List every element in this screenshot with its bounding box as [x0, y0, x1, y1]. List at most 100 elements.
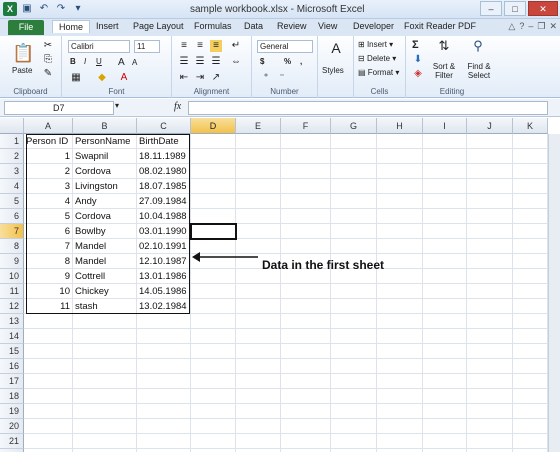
maximize-button[interactable]: □: [504, 1, 526, 16]
paste-button[interactable]: Paste: [12, 66, 32, 75]
format-cells-button[interactable]: ▤ Format ▾: [358, 68, 399, 77]
styles-button[interactable]: Styles: [322, 66, 344, 75]
delete-cells-button[interactable]: ⊟ Delete ▾: [358, 54, 396, 63]
minimize-button[interactable]: –: [480, 1, 502, 16]
sort-filter-button[interactable]: Sort & Filter: [430, 62, 458, 80]
select-all-corner[interactable]: [0, 118, 24, 134]
paste-icon[interactable]: 📋: [12, 42, 34, 64]
tab-file[interactable]: File: [8, 20, 44, 35]
sort-filter-icon[interactable]: ⇅: [436, 39, 452, 56]
format-painter-icon[interactable]: ✎: [42, 68, 54, 80]
cut-icon[interactable]: ✂: [42, 40, 54, 52]
row-header-5[interactable]: 5: [0, 194, 24, 209]
align-right-icon[interactable]: ☰: [210, 56, 222, 68]
comma-button[interactable]: ,: [300, 57, 302, 66]
row-header-2[interactable]: 2: [0, 149, 24, 164]
column-header-h[interactable]: H: [377, 118, 423, 134]
row-header-16[interactable]: 16: [0, 359, 24, 374]
excel-logo-icon[interactable]: X: [3, 2, 17, 16]
row-header-11[interactable]: 11: [0, 284, 24, 299]
column-header-j[interactable]: J: [467, 118, 513, 134]
minimize-ribbon-icon[interactable]: △: [508, 21, 515, 32]
row-header-15[interactable]: 15: [0, 344, 24, 359]
tab-home[interactable]: Home: [52, 20, 91, 33]
autosum-button[interactable]: Σ: [412, 39, 419, 51]
row-header-8[interactable]: 8: [0, 239, 24, 254]
worksheet-grid[interactable]: A B C D E F G H I J K 1 2 3 4 5 6 7 8 9 10 11 12 13 14 15 16 17 18 19…: [0, 118, 560, 452]
column-header-g[interactable]: G: [331, 118, 377, 134]
column-header-f[interactable]: F: [281, 118, 331, 134]
row-header-1[interactable]: 1: [0, 134, 24, 149]
insert-cells-button[interactable]: ⊞ Insert ▾: [358, 40, 393, 49]
binoculars-icon[interactable]: ⚲: [470, 39, 486, 56]
window-close-icon[interactable]: ✕: [549, 21, 557, 32]
column-header-a[interactable]: A: [24, 118, 73, 134]
undo-icon[interactable]: ↶: [37, 2, 51, 16]
row-header-12[interactable]: 12: [0, 299, 24, 314]
find-select-button[interactable]: Find & Select: [464, 62, 494, 80]
row-header-7[interactable]: 7: [0, 224, 24, 239]
align-bottom-icon[interactable]: ≡: [210, 40, 222, 52]
underline-button[interactable]: U: [96, 57, 102, 66]
column-header-e[interactable]: E: [236, 118, 281, 134]
column-header-k[interactable]: K: [513, 118, 548, 134]
column-header-c[interactable]: C: [137, 118, 191, 134]
customize-qat-icon[interactable]: ▾: [71, 2, 85, 16]
row-header-19[interactable]: 19: [0, 404, 24, 419]
tab-developer[interactable]: Developer: [353, 21, 394, 31]
number-format-combo[interactable]: General: [257, 40, 313, 53]
window-restore-icon[interactable]: ❐: [537, 21, 545, 32]
tab-insert[interactable]: Insert: [96, 21, 119, 31]
copy-icon[interactable]: ⎘: [42, 54, 54, 66]
save-icon[interactable]: ▣: [20, 2, 34, 16]
row-header-4[interactable]: 4: [0, 179, 24, 194]
decrease-decimal-icon[interactable]: ⁻: [276, 72, 288, 84]
row-header-20[interactable]: 20: [0, 419, 24, 434]
row-header-6[interactable]: 6: [0, 209, 24, 224]
row-header-13[interactable]: 13: [0, 314, 24, 329]
tab-data[interactable]: Data: [244, 21, 263, 31]
selected-cell[interactable]: [190, 223, 237, 240]
tab-page-layout[interactable]: Page Layout: [133, 21, 184, 31]
align-center-icon[interactable]: ☰: [194, 56, 206, 68]
align-middle-icon[interactable]: ≡: [194, 40, 206, 52]
row-header-9[interactable]: 9: [0, 254, 24, 269]
row-header-3[interactable]: 3: [0, 164, 24, 179]
formula-input[interactable]: [188, 101, 548, 115]
decrease-indent-icon[interactable]: ⇤: [178, 72, 190, 84]
column-header-d[interactable]: D: [191, 118, 236, 134]
clear-icon[interactable]: ◈: [412, 68, 424, 80]
insert-function-button[interactable]: fx: [174, 101, 181, 112]
increase-indent-icon[interactable]: ⇥: [194, 72, 206, 84]
font-size-combo[interactable]: 11: [134, 40, 160, 53]
fill-icon[interactable]: ⬇: [412, 54, 424, 66]
bold-button[interactable]: B: [70, 57, 76, 66]
column-header-b[interactable]: B: [73, 118, 137, 134]
row-header-17[interactable]: 17: [0, 374, 24, 389]
row-header-18[interactable]: 18: [0, 389, 24, 404]
align-top-icon[interactable]: ≡: [178, 40, 190, 52]
fill-color-icon[interactable]: ◆: [96, 72, 108, 84]
percent-button[interactable]: %: [284, 57, 291, 66]
column-header-i[interactable]: I: [423, 118, 467, 134]
redo-icon[interactable]: ↷: [54, 2, 68, 16]
merge-center-icon[interactable]: ⇔: [230, 56, 242, 68]
window-minimize-icon[interactable]: –: [528, 21, 533, 32]
tab-formulas[interactable]: Formulas: [194, 21, 232, 31]
grow-font-button[interactable]: A: [118, 57, 125, 68]
font-color-icon[interactable]: A: [118, 72, 130, 84]
name-box-dropdown-icon[interactable]: ▾: [115, 101, 119, 110]
align-left-icon[interactable]: ☰: [178, 56, 190, 68]
tab-view[interactable]: View: [318, 21, 337, 31]
shrink-font-button[interactable]: A: [132, 58, 137, 67]
name-box[interactable]: D7: [4, 101, 114, 115]
orientation-icon[interactable]: ↗: [210, 72, 222, 84]
row-header-10[interactable]: 10: [0, 269, 24, 284]
tab-foxit-reader-pdf[interactable]: Foxit Reader PDF: [404, 21, 476, 31]
styles-icon[interactable]: A: [329, 41, 343, 60]
help-icon[interactable]: ?: [519, 21, 524, 32]
italic-button[interactable]: I: [84, 57, 86, 66]
font-name-combo[interactable]: Calibri: [68, 40, 130, 53]
row-header-21[interactable]: 21: [0, 434, 24, 449]
increase-decimal-icon[interactable]: ⁺: [260, 72, 272, 84]
